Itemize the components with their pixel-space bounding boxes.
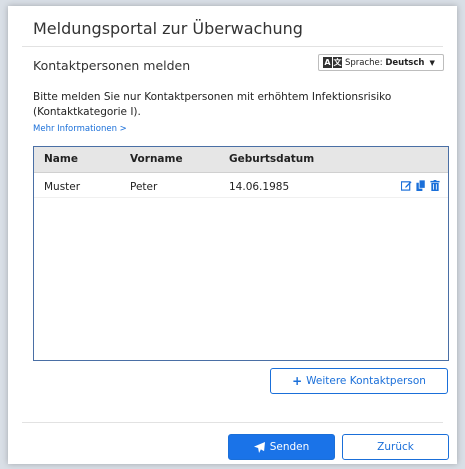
send-button[interactable]: Senden — [228, 434, 335, 460]
section-title: Kontaktpersonen melden — [33, 58, 191, 73]
table-row: Muster Peter 14.06.1985 — [34, 173, 448, 198]
contacts-table: Name Vorname Geburtsdatum Muster Peter 1… — [33, 146, 449, 361]
caret-down-icon: ▼ — [429, 58, 435, 67]
table-header: Name Vorname Geburtsdatum — [34, 147, 448, 173]
language-label-text: Sprache: — [345, 57, 383, 68]
footer-divider — [22, 422, 443, 423]
column-header-geburtsdatum: Geburtsdatum — [229, 153, 315, 165]
language-selected: Deutsch — [385, 57, 425, 68]
title-divider — [22, 46, 443, 47]
dialog-title: Meldungsportal zur Überwachung — [33, 19, 303, 38]
copy-icon[interactable] — [416, 180, 426, 191]
column-header-name: Name — [44, 153, 78, 165]
more-info-link[interactable]: Mehr Informationen > — [33, 124, 127, 134]
cell-geburtsdatum: 14.06.1985 — [229, 181, 290, 193]
translate-icon-letter-b: 文 — [333, 57, 342, 68]
info-text: Bitte melden Sie nur Kontaktpersonen mit… — [33, 91, 392, 118]
back-button[interactable]: Zurück — [342, 434, 449, 460]
translate-icon-letter-a: A — [323, 57, 332, 68]
row-actions — [401, 180, 440, 191]
cell-vorname: Peter — [130, 181, 158, 193]
add-contact-label: Weitere Kontaktperson — [306, 375, 426, 387]
plus-icon: + — [292, 374, 303, 388]
language-label: Sprache: Deutsch — [345, 58, 424, 68]
language-select[interactable]: A 文 Sprache: Deutsch ▼ — [318, 54, 444, 71]
column-header-vorname: Vorname — [130, 153, 183, 165]
report-dialog: Meldungsportal zur Überwachung Kontaktpe… — [8, 6, 457, 464]
paper-plane-icon — [253, 441, 265, 453]
edit-icon[interactable] — [401, 180, 412, 191]
cell-name: Muster — [44, 181, 81, 193]
trash-icon[interactable] — [430, 180, 440, 191]
back-label: Zurück — [377, 441, 414, 453]
send-label: Senden — [269, 441, 310, 453]
translate-icon: A 文 — [323, 57, 342, 68]
add-contact-button[interactable]: + Weitere Kontaktperson — [270, 368, 448, 394]
